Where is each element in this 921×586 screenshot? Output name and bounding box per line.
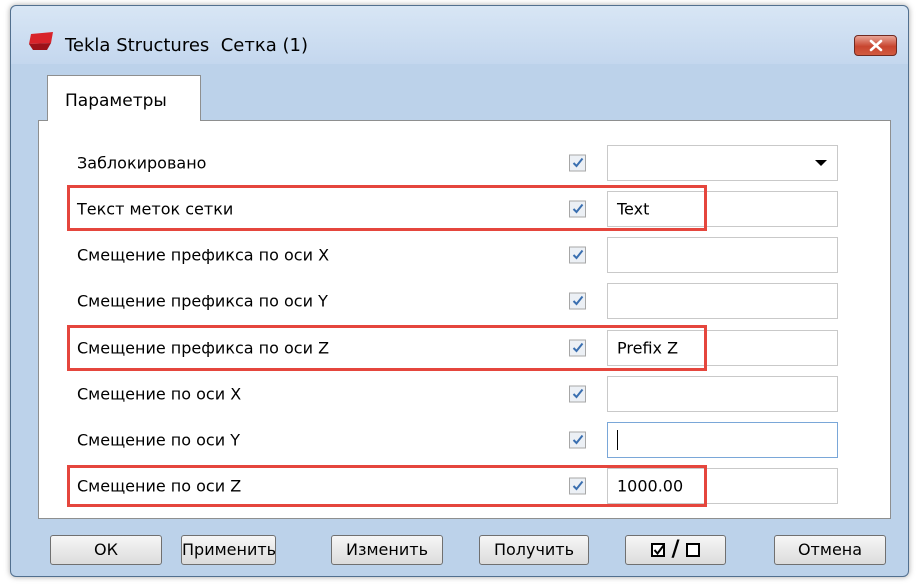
slash-icon: / bbox=[671, 537, 680, 562]
close-icon bbox=[869, 39, 883, 52]
row-prefix-offset-z: Смещение префикса по оси Z Prefix Z bbox=[39, 330, 890, 366]
field-value: Text bbox=[617, 199, 650, 219]
check-icon bbox=[572, 295, 584, 306]
prefix-offset-x-field[interactable] bbox=[607, 237, 838, 273]
toggle-all-checkboxes-button[interactable]: / bbox=[625, 535, 726, 565]
window-title: Tekla Structures Сетка (1) bbox=[65, 35, 308, 56]
cancel-button[interactable]: Отмена bbox=[774, 535, 886, 565]
prefix-offset-y-field[interactable] bbox=[607, 283, 838, 319]
offset-y-field[interactable] bbox=[607, 422, 838, 458]
offset-x-field[interactable] bbox=[607, 376, 838, 412]
row-checkbox[interactable] bbox=[569, 292, 586, 310]
tekla-logo-icon bbox=[29, 32, 53, 50]
modify-button[interactable]: Изменить bbox=[331, 535, 443, 565]
row-offset-x: Смещение по оси X bbox=[39, 376, 890, 412]
offset-z-field[interactable]: 1000.00 bbox=[607, 468, 838, 504]
field-value: Prefix Z bbox=[617, 338, 679, 358]
row-label: Смещение префикса по оси X bbox=[77, 245, 330, 265]
row-label: Смещение по оси X bbox=[77, 384, 242, 404]
row-offset-y: Смещение по оси Y bbox=[39, 422, 890, 458]
check-icon bbox=[572, 203, 584, 214]
row-checkbox[interactable] bbox=[569, 246, 586, 264]
row-checkbox[interactable] bbox=[569, 477, 586, 495]
title-bar: Tekla Structures Сетка (1) bbox=[11, 6, 908, 64]
dialog-window: Tekla Structures Сетка (1) Параметры Заб… bbox=[10, 5, 909, 577]
field-value: 1000.00 bbox=[617, 476, 684, 496]
check-icon bbox=[572, 249, 584, 260]
row-label: Смещение префикса по оси Y bbox=[77, 291, 328, 311]
row-label: Смещение по оси Z bbox=[77, 476, 242, 496]
row-prefix-offset-x: Смещение префикса по оси X bbox=[39, 237, 890, 273]
row-checkbox[interactable] bbox=[569, 431, 586, 449]
apply-button[interactable]: Применить bbox=[181, 535, 276, 565]
row-checkbox[interactable] bbox=[569, 339, 586, 357]
row-checkbox[interactable] bbox=[569, 154, 586, 172]
row-locked: Заблокировано bbox=[39, 145, 890, 181]
check-icon bbox=[572, 480, 584, 491]
tab-parameters[interactable]: Параметры bbox=[47, 75, 201, 121]
row-label: Смещение по оси Y bbox=[77, 430, 240, 450]
close-button[interactable] bbox=[854, 35, 897, 56]
row-prefix-offset-y: Смещение префикса по оси Y bbox=[39, 283, 890, 319]
row-checkbox[interactable] bbox=[569, 385, 586, 403]
tab-label: Параметры bbox=[65, 91, 167, 111]
get-button[interactable]: Получить bbox=[479, 535, 589, 565]
text-cursor bbox=[617, 430, 618, 450]
chevron-down-icon bbox=[815, 160, 827, 166]
locked-dropdown[interactable] bbox=[607, 145, 838, 181]
checked-box-icon bbox=[651, 543, 666, 557]
row-grid-label-text: Текст меток сетки Text bbox=[39, 191, 890, 227]
toggle-icons: / bbox=[651, 536, 700, 564]
parameters-panel: Заблокировано Текст меток сетки Text Сме… bbox=[38, 120, 891, 519]
empty-box-icon bbox=[685, 543, 700, 557]
row-offset-z: Смещение по оси Z 1000.00 bbox=[39, 468, 890, 504]
check-icon bbox=[572, 388, 584, 399]
row-checkbox[interactable] bbox=[569, 200, 586, 218]
grid-label-text-field[interactable]: Text bbox=[607, 191, 838, 227]
row-label: Заблокировано bbox=[77, 153, 207, 173]
check-icon bbox=[572, 342, 584, 353]
check-icon bbox=[572, 434, 584, 445]
row-label: Смещение префикса по оси Z bbox=[77, 338, 330, 358]
row-label: Текст меток сетки bbox=[77, 199, 234, 219]
prefix-offset-z-field[interactable]: Prefix Z bbox=[607, 330, 838, 366]
ok-button[interactable]: ОК bbox=[50, 535, 162, 565]
check-icon bbox=[572, 157, 584, 168]
